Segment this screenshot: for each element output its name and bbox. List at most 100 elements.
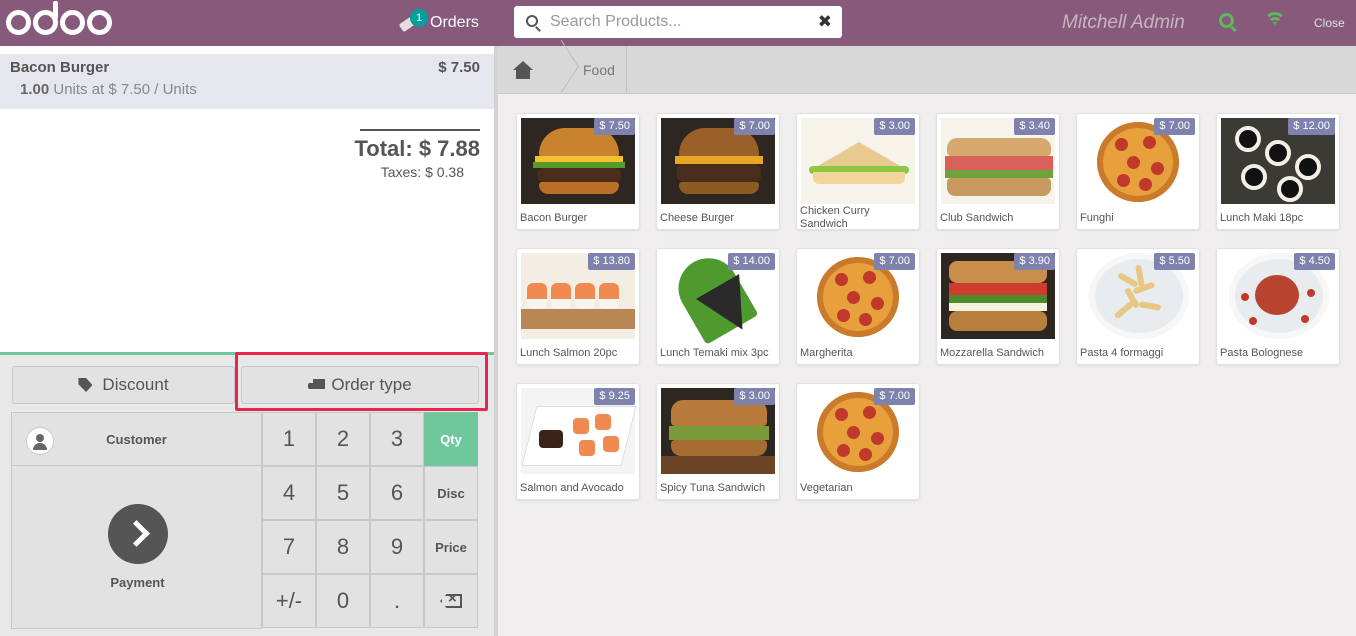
product-card[interactable]: $ 3.00 Spicy Tuna Sandwich [656, 383, 780, 500]
numpad-key-plus-minus[interactable]: +/- [262, 574, 316, 628]
product-name: Vegetarian [800, 482, 853, 494]
numpad-key-3[interactable]: 3 [370, 412, 424, 466]
product-name: Lunch Temaki mix 3pc [660, 347, 769, 359]
numpad-key-8[interactable]: 8 [316, 520, 370, 574]
payment-label: Payment [110, 575, 165, 590]
numpad-key-0[interactable]: 0 [316, 574, 370, 628]
product-card[interactable]: $ 7.00 Vegetarian [796, 383, 920, 500]
discount-label: Discount [102, 375, 169, 394]
order-line-price: $ 7.50 [438, 59, 480, 76]
product-name: Mozzarella Sandwich [940, 347, 1044, 359]
product-price: $ 3.00 [874, 118, 915, 135]
order-line[interactable]: Bacon Burger $ 7.50 1.00 Units at $ 7.50… [0, 54, 494, 109]
product-name: Lunch Maki 18pc [1220, 212, 1304, 224]
product-card[interactable]: $ 7.00 Cheese Burger [656, 113, 780, 230]
product-name: Funghi [1080, 212, 1114, 224]
product-price: $ 7.00 [874, 388, 915, 405]
clear-search-icon[interactable]: ✖ [818, 12, 832, 32]
customer-label: Customer [106, 431, 167, 447]
user-name: Mitchell Admin [1062, 12, 1185, 33]
order-line-quantity: 1.00 [20, 81, 50, 98]
breadcrumb: Food [498, 46, 1356, 94]
product-name: Margherita [800, 347, 853, 359]
product-name: Pasta Bolognese [1220, 347, 1304, 359]
product-price: $ 13.80 [588, 253, 635, 270]
product-price: $ 3.00 [734, 388, 775, 405]
numpad-key-9[interactable]: 9 [370, 520, 424, 574]
product-price: $ 7.00 [874, 253, 915, 270]
product-card[interactable]: $ 7.00 Margherita [796, 248, 920, 365]
product-price: $ 12.00 [1288, 118, 1335, 135]
mode-price-button[interactable]: Price [424, 520, 478, 574]
product-card[interactable]: $ 7.00 Funghi [1076, 113, 1200, 230]
product-card[interactable]: $ 3.00 Chicken Curry Sandwich [796, 113, 920, 230]
order-line-info: 1.00 Units at $ 7.50 / Units [20, 81, 197, 98]
breadcrumb-separator [556, 46, 570, 94]
product-card[interactable]: $ 4.50 Pasta Bolognese [1216, 248, 1340, 365]
product-card[interactable]: $ 7.50 Bacon Burger [516, 113, 640, 230]
odoo-logo [6, 0, 118, 40]
breadcrumb-food[interactable]: Food [583, 62, 615, 78]
search-input[interactable] [550, 6, 810, 38]
numpad-key-dot[interactable]: . [370, 574, 424, 628]
order-total: Total: $ 7.88 [354, 136, 480, 161]
wifi-icon [1264, 12, 1286, 28]
product-name: Lunch Salmon 20pc [520, 347, 618, 359]
avatar-icon [26, 427, 54, 455]
order-line-unit-info: Units at $ 7.50 / Units [53, 81, 197, 98]
product-card[interactable]: $ 12.00 Lunch Maki 18pc [1216, 113, 1340, 230]
top-bar: 1 Orders ✖ Mitchell Admin Close [0, 0, 1356, 46]
order-taxes: Taxes: $ 0.38 [380, 164, 464, 180]
product-price: $ 7.00 [1154, 118, 1195, 135]
numpad-area: Customer Payment 1 2 3 Qty 4 5 6 Disc 7 … [11, 412, 480, 629]
backspace-icon [440, 590, 462, 608]
product-price: $ 3.40 [1014, 118, 1055, 135]
product-name: Chicken Curry Sandwich [800, 205, 870, 230]
mode-disc-button[interactable]: Disc [424, 466, 478, 520]
orders-button[interactable]: 1 Orders [398, 7, 479, 39]
product-card[interactable]: $ 3.90 Mozzarella Sandwich [936, 248, 1060, 365]
product-grid: $ 7.50 Bacon Burger $ 7.00 Cheese Burger… [498, 94, 1356, 636]
product-price: $ 7.50 [594, 118, 635, 135]
numpad-key-6[interactable]: 6 [370, 466, 424, 520]
product-name: Salmon and Avocado [520, 482, 624, 494]
orders-count-badge: 1 [410, 9, 428, 27]
product-name: Club Sandwich [940, 212, 1014, 224]
payment-button[interactable]: Payment [11, 466, 262, 629]
total-separator [360, 129, 480, 131]
product-price: $ 9.25 [594, 388, 635, 405]
numpad-key-4[interactable]: 4 [262, 466, 316, 520]
product-price: $ 3.90 [1014, 253, 1055, 270]
product-card[interactable]: $ 5.50 Pasta 4 formaggi [1076, 248, 1200, 365]
customer-lookup-icon[interactable] [1219, 13, 1234, 28]
orders-label: Orders [430, 14, 479, 31]
product-price: $ 5.50 [1154, 253, 1195, 270]
product-card[interactable]: $ 14.00 Lunch Temaki mix 3pc [656, 248, 780, 365]
search-icon [526, 15, 538, 27]
tag-icon [78, 378, 93, 392]
product-name: Pasta 4 formaggi [1080, 347, 1164, 359]
product-card[interactable]: $ 13.80 Lunch Salmon 20pc [516, 248, 640, 365]
numpad-key-5[interactable]: 5 [316, 466, 370, 520]
product-card[interactable]: $ 3.40 Club Sandwich [936, 113, 1060, 230]
product-price: $ 4.50 [1294, 253, 1335, 270]
numpad-key-7[interactable]: 7 [262, 520, 316, 574]
mode-qty-button[interactable]: Qty [424, 412, 478, 466]
close-button[interactable]: Close [1314, 16, 1345, 30]
numpad-key-2[interactable]: 2 [316, 412, 370, 466]
chevron-right-icon [108, 504, 168, 564]
product-name: Bacon Burger [520, 212, 588, 224]
ticket-icon: 1 [398, 9, 428, 30]
product-search: ✖ [514, 6, 842, 38]
product-price: $ 14.00 [728, 253, 775, 270]
discount-button[interactable]: Discount [12, 366, 235, 404]
product-card[interactable]: $ 9.25 Salmon and Avocado [516, 383, 640, 500]
home-icon [512, 61, 534, 79]
backspace-button[interactable] [424, 574, 478, 628]
customer-button[interactable]: Customer [11, 412, 262, 466]
product-price: $ 7.00 [734, 118, 775, 135]
highlight-box [235, 352, 488, 411]
order-line-product: Bacon Burger [10, 59, 110, 76]
product-name: Spicy Tuna Sandwich [660, 482, 766, 494]
numpad-key-1[interactable]: 1 [262, 412, 316, 466]
